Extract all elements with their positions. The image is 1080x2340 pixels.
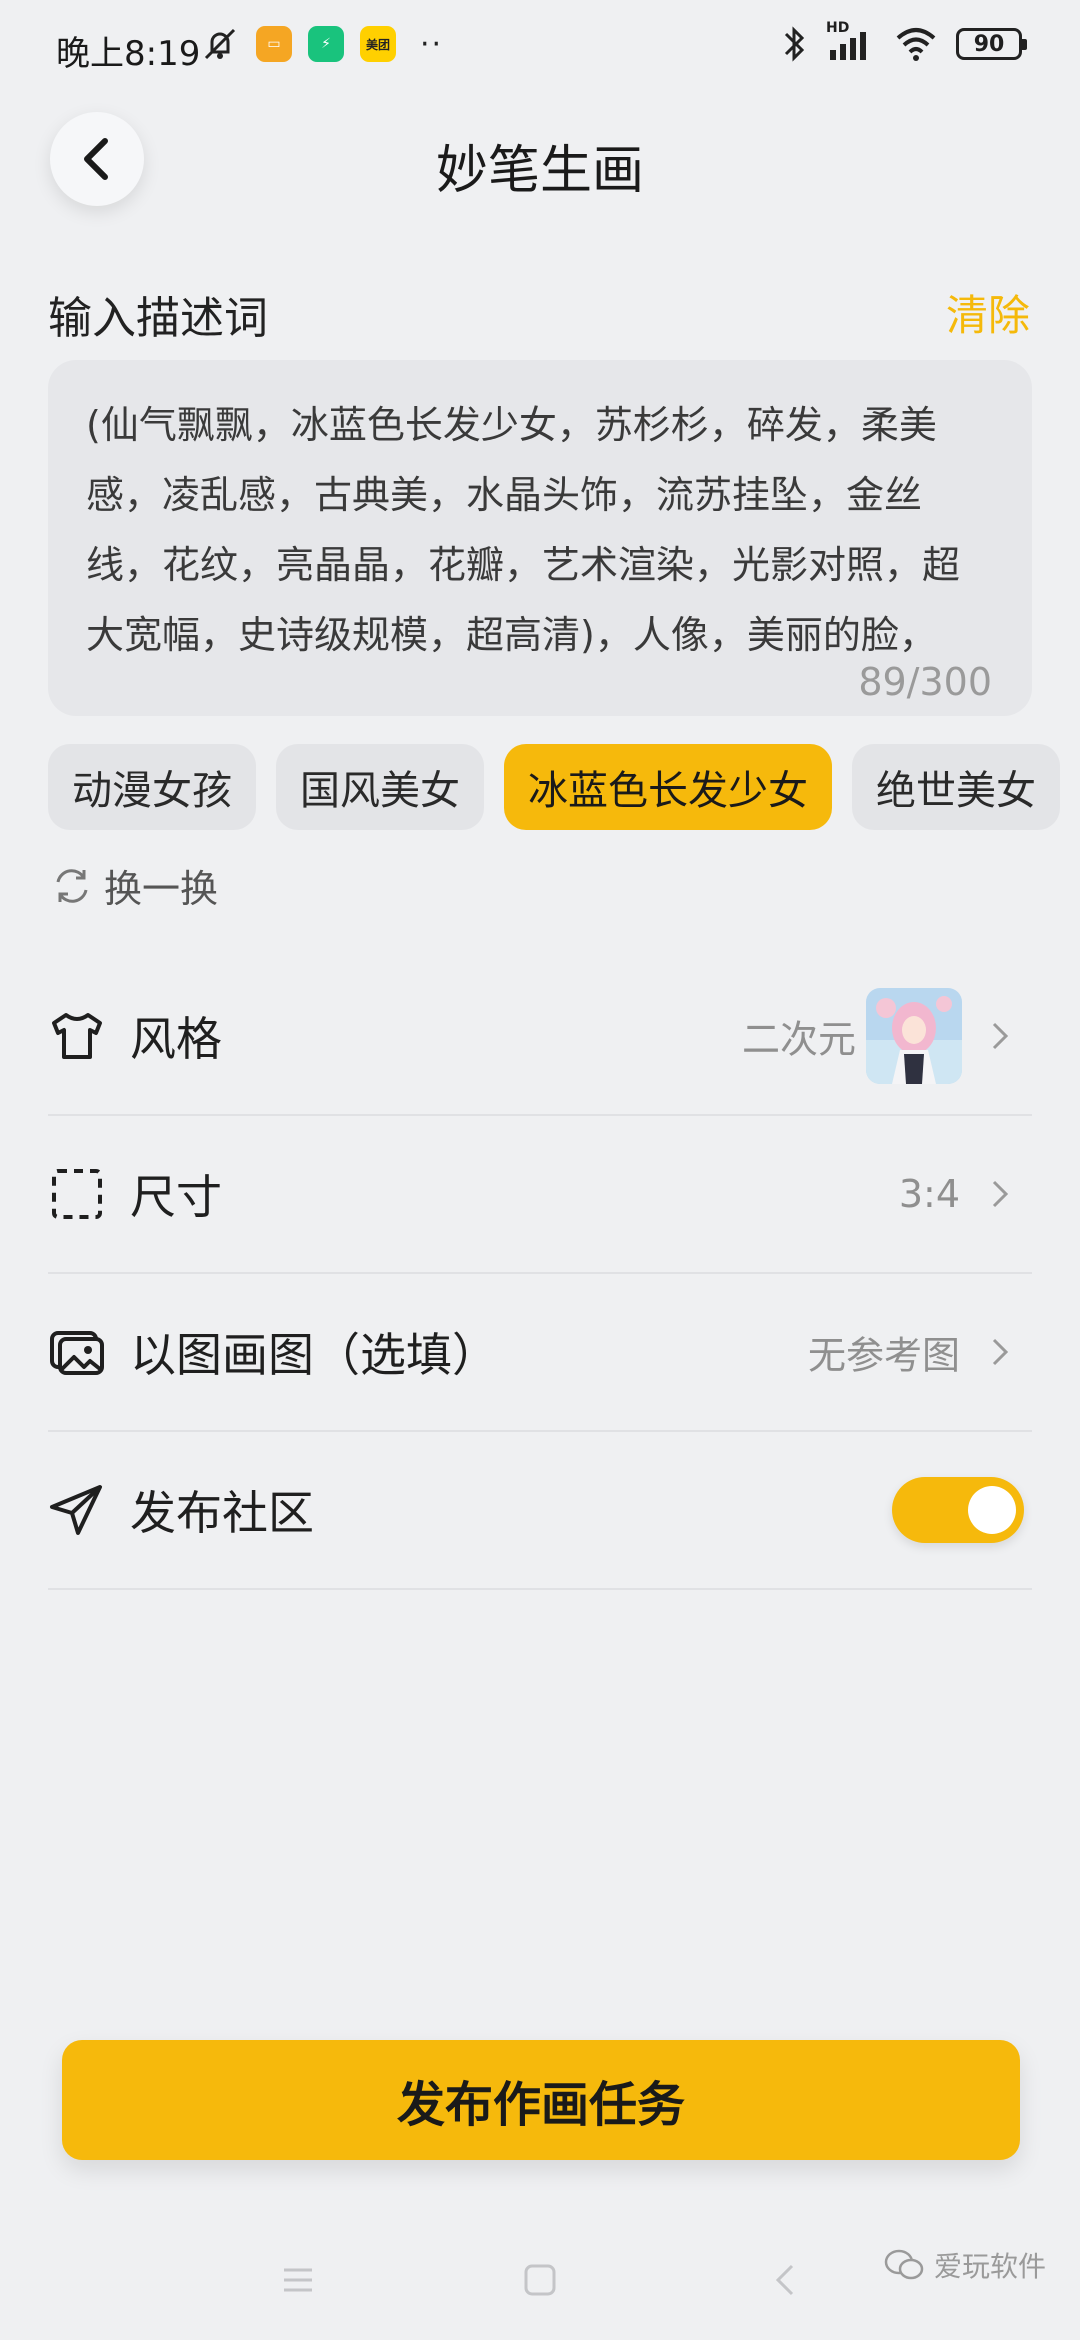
size-value: 3:4 [898, 1172, 960, 1216]
prompt-text[interactable]: (仙气飘飘，冰蓝色长发少女，苏杉杉，碎发，柔美感，凌乱感，古典美，水晶头饰，流苏… [86, 390, 996, 670]
style-label: 风格 [130, 1012, 222, 1066]
refresh-label: 换一换 [104, 867, 219, 911]
publish-community-toggle[interactable] [892, 1477, 1024, 1543]
crop-frame-icon [52, 1169, 102, 1219]
prompt-label: 输入描述词 [48, 293, 268, 344]
chevron-right-icon [992, 1180, 1009, 1208]
style-value: 二次元 [741, 1017, 856, 1062]
status-bar: 晚上8:19 ▭ ⚡ 美团 ·· HD 90 [0, 0, 1080, 96]
refresh-suggestions-button[interactable]: 换一换 [50, 858, 218, 913]
size-label: 尺寸 [130, 1170, 222, 1224]
meituan-icon: 美团 [360, 26, 396, 62]
suggestion-chip[interactable]: 动漫女孩 [48, 744, 256, 830]
refresh-icon [56, 868, 88, 903]
size-row[interactable]: 尺寸 3:4 [48, 1116, 1032, 1274]
app-notification-icon: ▭ [256, 26, 292, 62]
style-row[interactable]: 风格 二次元 [48, 958, 1032, 1116]
prompt-textarea[interactable]: (仙气飘飘，冰蓝色长发少女，苏杉杉，碎发，柔美感，凌乱感，古典美，水晶头饰，流苏… [48, 360, 1032, 716]
signal-icon: HD [826, 20, 876, 64]
publish-community-row: 发布社区 [48, 1432, 1032, 1590]
toggle-knob [968, 1486, 1016, 1534]
chevron-right-icon [992, 1338, 1009, 1366]
status-icons-right: HD 90 [782, 20, 1027, 64]
publish-community-label: 发布社区 [130, 1486, 314, 1540]
mute-bell-icon [204, 28, 236, 60]
suggestion-chip[interactable]: 绝世美女 [852, 744, 1060, 830]
image-to-image-row[interactable]: 以图画图（选填） 无参考图 [48, 1274, 1032, 1432]
send-icon [50, 1485, 102, 1535]
watermark: 爱玩软件 [884, 2245, 1046, 2285]
more-notifications-icon: ·· [420, 26, 444, 62]
image-to-image-label: 以图画图（选填） [130, 1328, 498, 1382]
char-counter: 89/300 [858, 660, 992, 704]
home-icon[interactable] [510, 2250, 570, 2310]
style-thumbnail [866, 988, 962, 1084]
battery-icon: 90 [956, 28, 1027, 60]
chevron-right-icon [992, 1022, 1009, 1050]
suggestion-chip[interactable]: 国风美女 [276, 744, 484, 830]
suggestion-chips: 动漫女孩 国风美女 冰蓝色长发少女 绝世美女 [48, 744, 1060, 830]
watermark-text: 爱玩软件 [933, 2250, 1046, 2283]
wechat-icon [884, 2249, 924, 2280]
status-time: 晚上8:19 [56, 34, 201, 74]
page-title: 妙笔生画 [435, 141, 644, 201]
nav-back-icon[interactable] [756, 2250, 816, 2310]
bluetooth-icon [784, 26, 805, 62]
app-shield-icon: ⚡ [308, 26, 344, 62]
image-to-image-value: 无参考图 [807, 1333, 960, 1378]
clear-button[interactable]: 清除 [946, 282, 1030, 343]
image-gallery-icon [50, 1331, 104, 1375]
submit-task-button[interactable]: 发布作画任务 [62, 2040, 1020, 2160]
menu-icon[interactable] [268, 2250, 328, 2310]
wifi-icon [896, 28, 936, 61]
tshirt-icon [52, 1013, 102, 1059]
suggestion-chip-selected[interactable]: 冰蓝色长发少女 [504, 744, 832, 830]
status-icons-left: ▭ ⚡ 美团 ·· [200, 24, 443, 64]
